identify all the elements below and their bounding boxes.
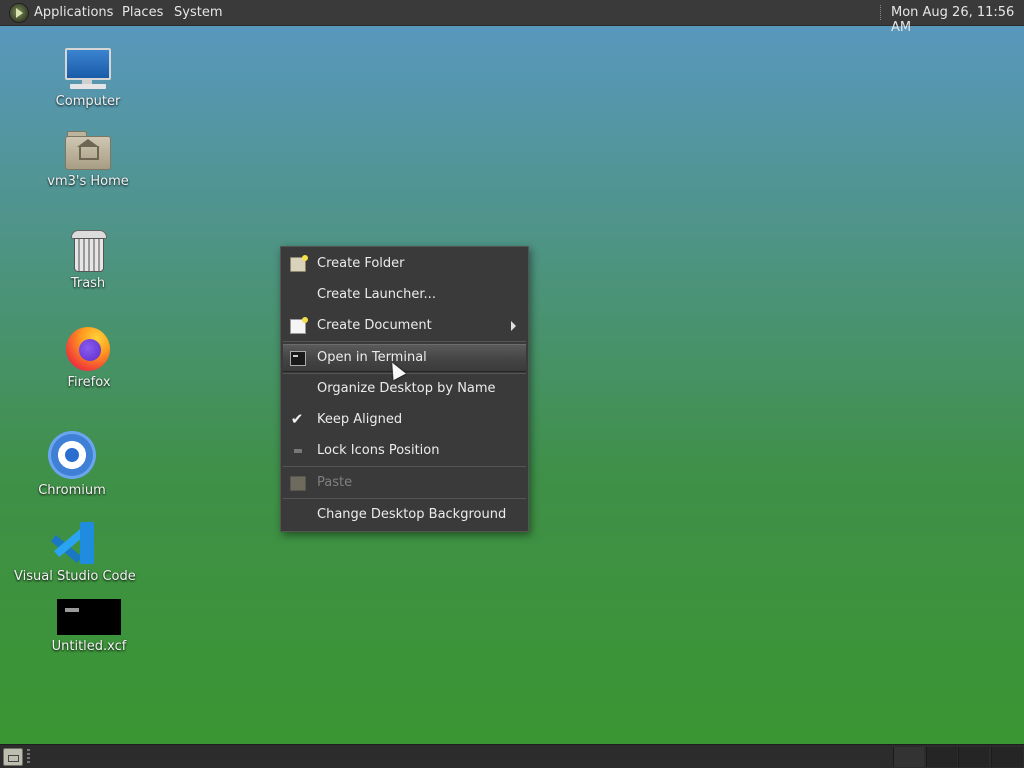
desktop-icon-label: Chromium xyxy=(38,483,106,498)
desktop-icon-label: Computer xyxy=(55,94,121,109)
workspace-3[interactable] xyxy=(958,747,989,767)
menu-separator xyxy=(283,466,526,467)
menu-item-label: Organize Desktop by Name xyxy=(317,381,496,396)
top-panel: Applications Places System Mon Aug 26, 1… xyxy=(0,0,1024,35)
menu-item-label: Create Launcher... xyxy=(317,287,436,302)
menu-item-create-folder[interactable]: Create Folder xyxy=(283,251,526,277)
show-desktop-icon[interactable] xyxy=(3,748,23,766)
places-menu[interactable]: Places xyxy=(122,5,163,20)
menu-item-label: Create Document xyxy=(317,318,432,333)
desktop-context-menu: Create Folder Create Launcher... Create … xyxy=(280,246,529,532)
workspace-4[interactable] xyxy=(991,747,1023,767)
chromium-icon xyxy=(48,431,96,479)
menu-item-keep-aligned[interactable]: ✔ Keep Aligned xyxy=(283,407,526,433)
system-menu[interactable]: System xyxy=(174,5,222,20)
menu-separator xyxy=(283,341,526,342)
home-folder-icon xyxy=(65,130,111,170)
menu-item-label: Paste xyxy=(317,475,353,490)
menu-item-open-in-terminal[interactable]: Open in Terminal xyxy=(283,344,526,372)
desktop-icon-label: Firefox xyxy=(67,375,111,390)
desktop-icon-trash[interactable]: Trash xyxy=(58,228,118,291)
lock-icon xyxy=(294,449,302,453)
workspace-2[interactable] xyxy=(926,747,957,767)
vscode-icon xyxy=(50,521,96,565)
applications-menu[interactable]: Applications xyxy=(34,5,113,20)
create-document-icon xyxy=(290,317,308,334)
panel-handle[interactable] xyxy=(27,749,30,765)
menu-item-label: Change Desktop Background xyxy=(317,507,507,522)
desktop-icon-vscode[interactable]: Visual Studio Code xyxy=(14,521,136,584)
bottom-panel xyxy=(0,744,1024,768)
menu-item-create-launcher[interactable]: Create Launcher... xyxy=(283,282,526,308)
panel-separator xyxy=(880,5,882,20)
menu-item-label: Lock Icons Position xyxy=(317,443,440,458)
desktop-icon-label: Untitled.xcf xyxy=(51,639,127,654)
desktop-icon-label: Visual Studio Code xyxy=(14,569,136,584)
xcf-thumbnail-icon xyxy=(57,599,121,635)
menu-item-paste[interactable]: Paste xyxy=(283,470,526,496)
desktop-icon-label: Trash xyxy=(70,276,106,291)
menu-item-label: Create Folder xyxy=(317,256,405,271)
submenu-arrow-icon xyxy=(511,321,516,331)
desktop-icon-xcf[interactable]: Untitled.xcf xyxy=(46,599,132,654)
menu-item-organize-by-name[interactable]: Organize Desktop by Name xyxy=(283,376,526,402)
terminal-icon xyxy=(290,351,306,366)
clock[interactable]: Mon Aug 26, 11:56 AM xyxy=(891,5,1024,35)
mate-logo-icon[interactable] xyxy=(9,3,29,23)
desktop-icon-computer[interactable]: Computer xyxy=(48,46,128,109)
desktop-icon-chromium[interactable]: Chromium xyxy=(34,431,110,498)
menu-item-create-document[interactable]: Create Document xyxy=(283,313,526,339)
desktop-icon-home[interactable]: vm3's Home xyxy=(44,130,132,189)
workspace-1[interactable] xyxy=(893,747,924,767)
menu-item-change-background[interactable]: Change Desktop Background xyxy=(283,502,526,528)
desktop-icon-label: vm3's Home xyxy=(47,174,129,189)
desktop-icon-firefox[interactable]: Firefox xyxy=(56,325,122,390)
computer-icon xyxy=(64,46,112,90)
trash-icon xyxy=(68,228,108,272)
firefox-icon xyxy=(66,325,112,371)
menu-separator xyxy=(283,498,526,499)
paste-icon xyxy=(290,476,306,491)
menu-item-label: Open in Terminal xyxy=(317,350,427,365)
checkmark-icon: ✔ xyxy=(290,410,304,428)
menu-item-label: Keep Aligned xyxy=(317,412,403,427)
menu-item-lock-icons-position[interactable]: Lock Icons Position xyxy=(283,438,526,464)
create-folder-icon xyxy=(290,255,308,272)
